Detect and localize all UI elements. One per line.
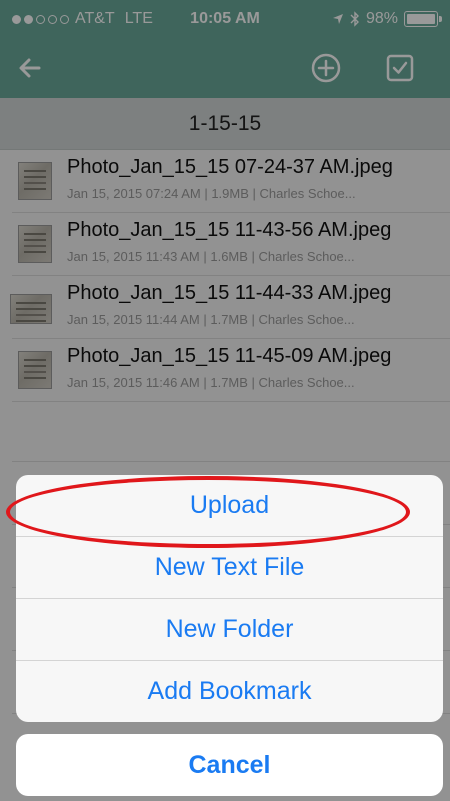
add-bookmark-button[interactable]: Add Bookmark bbox=[16, 661, 443, 722]
upload-button[interactable]: Upload bbox=[16, 475, 443, 537]
action-sheet: Upload New Text File New Folder Add Book… bbox=[16, 475, 443, 722]
new-folder-button[interactable]: New Folder bbox=[16, 599, 443, 661]
app-screen: AT&T LTE 10:05 AM 98% 1-15-15 Photo_Jan_… bbox=[0, 0, 450, 801]
new-text-file-button[interactable]: New Text File bbox=[16, 537, 443, 599]
cancel-button[interactable]: Cancel bbox=[16, 734, 443, 796]
